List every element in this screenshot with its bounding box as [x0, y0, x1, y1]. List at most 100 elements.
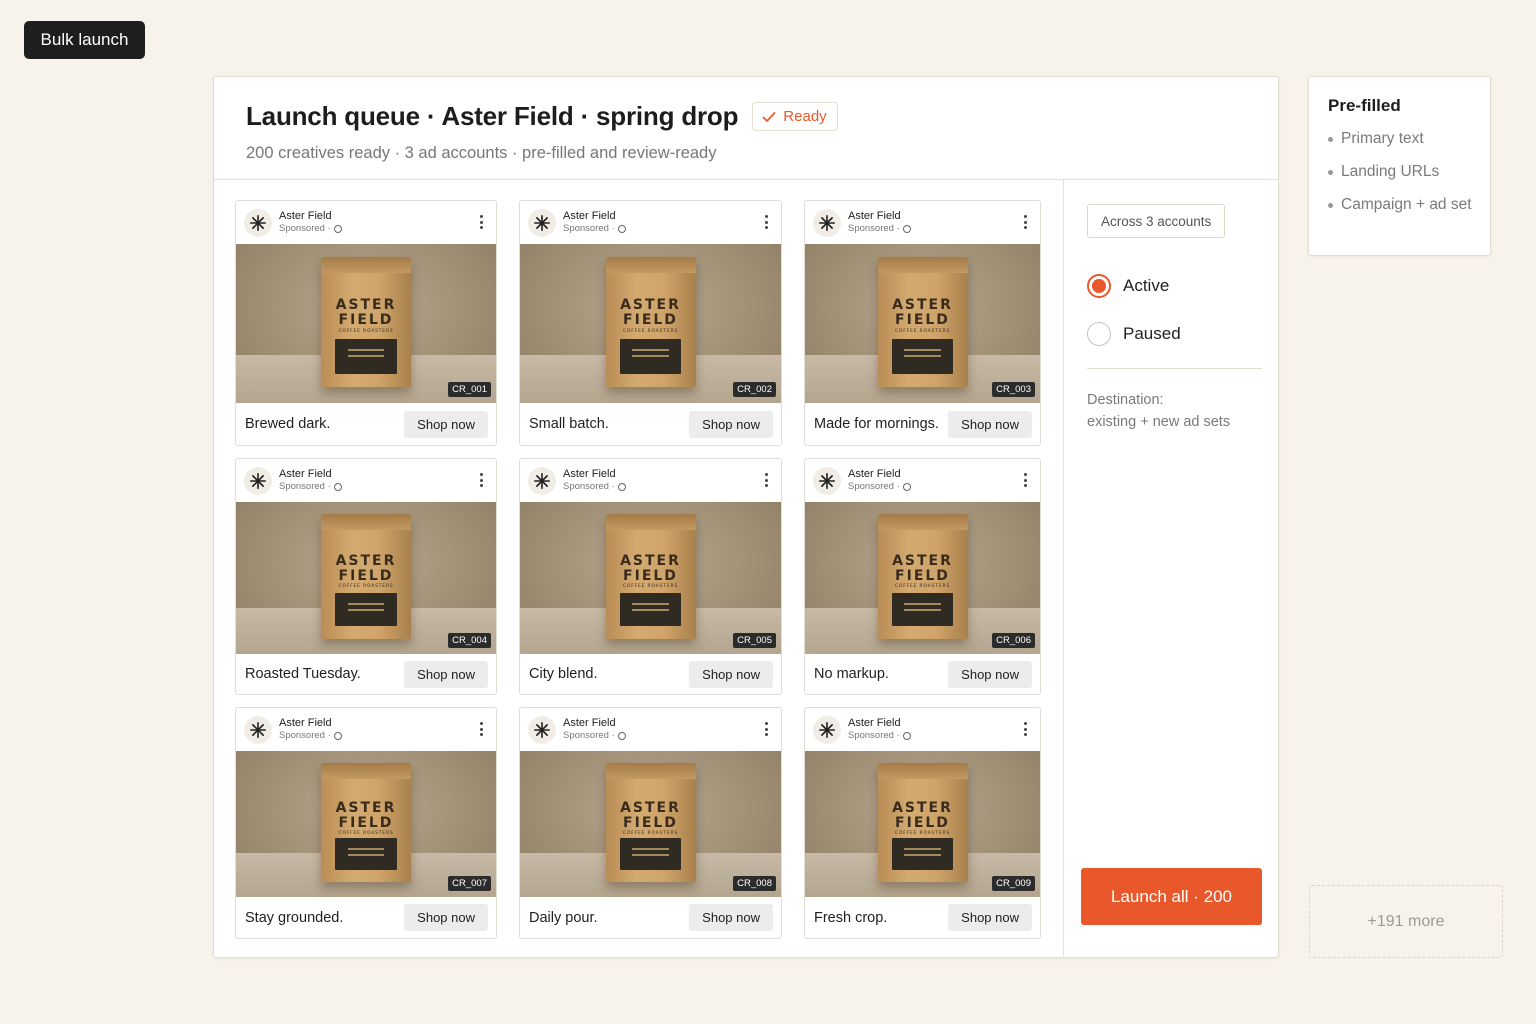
shop-now-button[interactable]: Shop now: [404, 660, 488, 688]
creative-card[interactable]: Aster Field Sponsored · ASTER FIELD COFFEE R…: [804, 707, 1041, 939]
creative-headline: Small batch.: [529, 416, 609, 432]
creative-image: ASTER FIELD COFFEE ROASTERS CR_001: [236, 244, 496, 403]
brand-name: Aster Field: [279, 717, 332, 730]
creative-image: ASTER FIELD COFFEE ROASTERS CR_006: [805, 502, 1040, 654]
status-option-label: Paused: [1123, 324, 1181, 343]
prefilled-list: Primary text Landing URLs Campaign + ad …: [1328, 130, 1490, 214]
creative-id-tag: CR_002: [733, 382, 776, 397]
brand-logo-icon: [813, 715, 841, 744]
creative-image: ASTER FIELD COFFEE ROASTERS CR_008: [520, 751, 781, 897]
launch-settings: Across 3 accounts Active Paused Destinat…: [1063, 180, 1279, 958]
globe-icon: [333, 483, 342, 492]
sponsored-label: Sponsored ·: [279, 481, 342, 492]
card-footer: Made for mornings. Shop now: [805, 403, 1040, 445]
more-options-icon[interactable]: [480, 473, 484, 489]
brand-logo-icon: [244, 466, 272, 495]
shop-now-button[interactable]: Shop now: [948, 660, 1032, 688]
bulk-launch-button[interactable]: Bulk launch: [24, 21, 145, 59]
radio-active[interactable]: [1087, 274, 1111, 298]
creative-card[interactable]: Aster Field Sponsored · ASTER FIELD COFFEE R…: [235, 707, 497, 939]
sponsored-label: Sponsored ·: [279, 223, 342, 234]
creative-id-tag: CR_006: [992, 633, 1035, 648]
coffee-bag-illustration: ASTER FIELD COFFEE ROASTERS: [321, 762, 411, 883]
card-footer: City blend. Shop now: [520, 654, 781, 694]
prefilled-item: Campaign + ad set: [1328, 196, 1490, 214]
status-option-paused[interactable]: Paused: [1087, 322, 1181, 346]
more-options-icon[interactable]: [1024, 473, 1028, 489]
creative-headline: Fresh crop.: [814, 909, 888, 926]
more-options-icon[interactable]: [1024, 215, 1028, 231]
shop-now-button[interactable]: Shop now: [948, 904, 1032, 931]
brand-logo-icon: [244, 715, 272, 744]
card-header: Aster Field Sponsored ·: [236, 459, 496, 502]
coffee-bag-illustration: ASTER FIELD COFFEE ROASTERS: [605, 256, 696, 388]
card-header: Aster Field Sponsored ·: [236, 708, 496, 751]
creative-id-tag: CR_008: [733, 876, 776, 891]
shop-now-button[interactable]: Shop now: [689, 904, 773, 931]
brand-name: Aster Field: [563, 210, 616, 223]
creative-image: ASTER FIELD COFFEE ROASTERS CR_005: [520, 502, 781, 654]
coffee-bag-illustration: ASTER FIELD COFFEE ROASTERS: [321, 514, 411, 639]
brand-logo-icon: [244, 208, 272, 237]
card-footer: Daily pour. Shop now: [520, 897, 781, 938]
prefilled-title: Pre-filled: [1328, 96, 1401, 115]
status-option-active[interactable]: Active: [1087, 274, 1169, 298]
creative-card[interactable]: Aster Field Sponsored · ASTER FIELD COFFEE R…: [519, 458, 782, 695]
creative-image: ASTER FIELD COFFEE ROASTERS CR_007: [236, 751, 496, 897]
creative-id-tag: CR_009: [992, 876, 1035, 891]
sponsored-label: Sponsored ·: [563, 223, 626, 234]
status-badge: Ready: [752, 102, 838, 131]
sponsored-label: Sponsored ·: [848, 481, 911, 492]
brand-logo-icon: [528, 208, 556, 237]
coffee-bag-illustration: ASTER FIELD COFFEE ROASTERS: [605, 514, 696, 639]
shop-now-button[interactable]: Shop now: [948, 410, 1032, 438]
creative-image: ASTER FIELD COFFEE ROASTERS CR_009: [805, 751, 1040, 897]
brand-name: Aster Field: [848, 210, 901, 223]
creative-card[interactable]: Aster Field Sponsored · ASTER FIELD COFFEE R…: [235, 200, 497, 446]
sponsored-label: Sponsored ·: [563, 730, 626, 741]
more-options-icon[interactable]: [480, 722, 484, 738]
creative-card[interactable]: Aster Field Sponsored · ASTER FIELD COFFEE R…: [804, 200, 1041, 446]
launch-queue-panel: Launch queue · Aster Field · spring drop…: [213, 76, 1279, 958]
more-options-icon[interactable]: [480, 215, 484, 231]
more-options-icon[interactable]: [765, 722, 769, 738]
globe-icon: [333, 225, 342, 234]
brand-name: Aster Field: [279, 210, 332, 223]
creative-card[interactable]: Aster Field Sponsored · ASTER FIELD COFFEE R…: [804, 458, 1041, 695]
card-footer: No markup. Shop now: [805, 654, 1040, 694]
shop-now-button[interactable]: Shop now: [689, 410, 773, 438]
creative-id-tag: CR_003: [992, 382, 1035, 397]
card-header: Aster Field Sponsored ·: [520, 201, 781, 244]
creative-image: ASTER FIELD COFFEE ROASTERS CR_003: [805, 244, 1040, 403]
accounts-chip[interactable]: Across 3 accounts: [1087, 204, 1226, 238]
launch-all-button[interactable]: Launch all · 200: [1081, 868, 1262, 925]
creative-card[interactable]: Aster Field Sponsored · ASTER FIELD COFFEE R…: [519, 707, 782, 939]
creative-card[interactable]: Aster Field Sponsored · ASTER FIELD COFFEE R…: [235, 458, 497, 695]
creative-headline: Stay grounded.: [245, 909, 344, 926]
status-option-label: Active: [1123, 276, 1170, 295]
card-footer: Brewed dark. Shop now: [236, 403, 496, 445]
check-icon: [762, 111, 776, 122]
sponsored-label: Sponsored ·: [848, 223, 911, 234]
radio-paused[interactable]: [1087, 322, 1111, 346]
creative-headline: Daily pour.: [529, 909, 598, 926]
shop-now-button[interactable]: Shop now: [689, 660, 773, 688]
queue-header: Launch queue · Aster Field · spring drop…: [214, 77, 1278, 180]
shop-now-button[interactable]: Shop now: [404, 904, 488, 931]
card-footer: Small batch. Shop now: [520, 403, 781, 445]
more-options-icon[interactable]: [765, 473, 769, 489]
brand-name: Aster Field: [279, 468, 332, 481]
brand-logo-icon: [528, 715, 556, 744]
card-header: Aster Field Sponsored ·: [520, 459, 781, 502]
globe-icon: [902, 225, 911, 234]
creative-image: ASTER FIELD COFFEE ROASTERS CR_002: [520, 244, 781, 403]
globe-icon: [617, 483, 626, 492]
more-creatives-placeholder[interactable]: +191 more: [1309, 885, 1503, 958]
card-footer: Stay grounded. Shop now: [236, 897, 496, 938]
more-options-icon[interactable]: [1024, 722, 1028, 738]
creative-card[interactable]: Aster Field Sponsored · ASTER FIELD COFFEE R…: [519, 200, 782, 446]
coffee-bag-illustration: ASTER FIELD COFFEE ROASTERS: [605, 762, 696, 883]
sponsored-label: Sponsored ·: [563, 481, 626, 492]
shop-now-button[interactable]: Shop now: [404, 410, 488, 438]
more-options-icon[interactable]: [765, 215, 769, 231]
